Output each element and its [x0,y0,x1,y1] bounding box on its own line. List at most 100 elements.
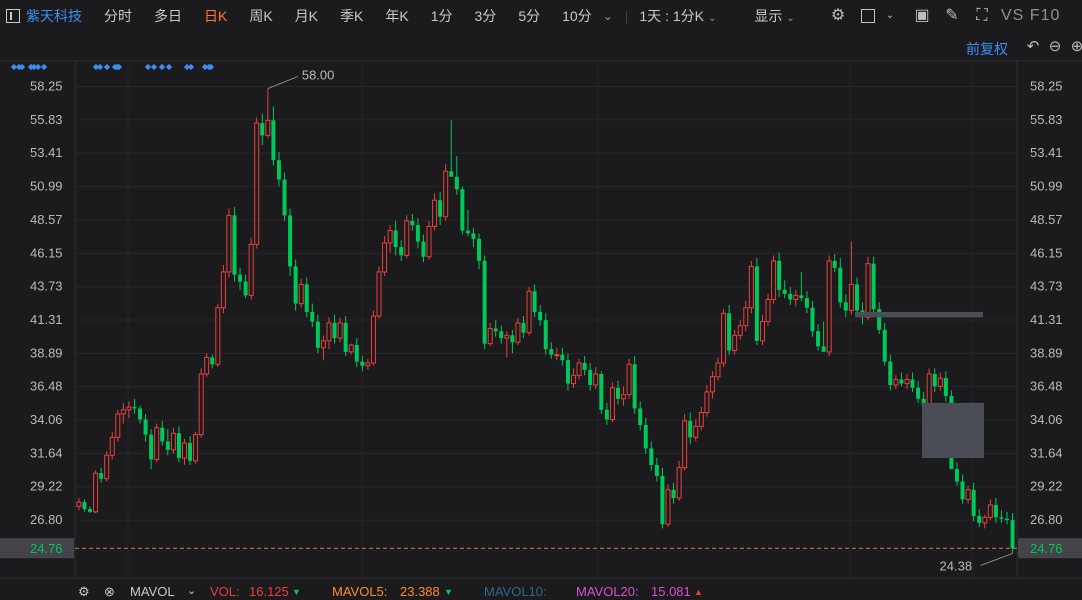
undo-icon[interactable]: ↶ [1024,38,1042,56]
candle-body [732,334,738,352]
candle-body [793,294,799,301]
candle-body [343,322,348,352]
candle-body [848,283,854,312]
period-tab-6[interactable]: 年K [374,6,419,26]
candle-body [426,225,432,258]
current-price-label-left: 24.76 [30,541,63,556]
camera-icon[interactable]: ▣ [912,6,932,26]
low-price-label: 24.38 [940,558,973,573]
candle-body [987,504,993,518]
period-tab-9[interactable]: 5分 [507,6,551,26]
candle-body [704,391,710,414]
y-tick-label-right: 31.64 [1030,445,1063,460]
period-tab-0[interactable]: 分时 [93,6,143,26]
candle-body [226,214,232,273]
candle-body [676,467,682,499]
square-shape [861,9,875,23]
pencil-icon[interactable]: ✎ [942,6,962,26]
candle-body [593,373,599,386]
candle-body [454,176,459,190]
candle-body [354,345,359,362]
candle-body [348,344,354,353]
y-tick-label-left: 58.25 [30,79,63,94]
y-tick-label-left: 43.73 [30,279,63,294]
zoom-in-icon[interactable]: ⊕ [1068,38,1082,56]
candle-body [954,469,959,482]
candle-body [554,354,560,357]
candle-body [438,200,443,217]
stock-name[interactable]: 紫天科技 [20,6,93,26]
gear-icon[interactable]: ⚙ [828,6,848,26]
candle-body [560,354,565,361]
candle-body [382,242,388,273]
current-price-label-right: 24.76 [1030,541,1063,556]
period-tab-2[interactable]: 日K [193,6,238,26]
event-marker [205,63,213,71]
square-icon[interactable] [858,6,878,26]
candle-body [877,309,882,330]
candle-body [737,325,743,336]
candle-body [854,284,859,311]
candle-body [460,189,465,231]
close-icon[interactable]: ⊗ [104,584,115,600]
event-marker [144,63,152,71]
candle-body [243,281,248,296]
candle-body [1010,520,1015,549]
display-dropdown[interactable]: 显示 ⌄ [743,6,805,26]
chevron-down-icon: ⌄ [786,13,795,24]
candle-body [510,335,515,343]
candle-body [415,225,420,242]
candle-body [743,307,749,327]
fullscreen-icon[interactable]: ⛶ [972,6,992,26]
candle-body [471,233,476,239]
gear-icon[interactable]: ⚙ [78,584,90,600]
y-tick-label-left: 36.48 [30,379,63,394]
candle-body [265,119,271,136]
event-marker [207,63,215,71]
adjust-mode-label[interactable]: 前复权 [966,39,1008,59]
square-chevron-icon[interactable]: ⌄ [880,6,900,26]
chevron-down-icon[interactable]: ⌄ [187,584,196,597]
period-tab-3[interactable]: 周K [238,6,283,26]
y-tick-label-left: 34.06 [30,412,63,427]
period-select[interactable]: 1天 : 1分K ⌄ [628,6,727,26]
candle-body [538,311,543,321]
y-axis-left: 58.25 55.83 53.41 50.99 48.57 46.15 43.73 41.31… [30,79,63,528]
event-marker [115,63,123,71]
y-tick-label-left: 29.22 [30,479,63,494]
candle-body [120,409,126,415]
volume-indicator-bar: ⚙ ⊗ MAVOL ⌄ VOL: 16.125 ▼ MAVOL5: 23.388… [0,582,1082,600]
candle-body [549,349,554,355]
event-marker [201,63,209,71]
period-tab-10[interactable]: 10分 [551,6,603,26]
period-tab-1[interactable]: 多日 [143,6,193,26]
candle-body [198,373,204,436]
y-tick-label-left: 50.99 [30,179,63,194]
candlestick-chart[interactable]: 58.25 55.83 53.41 50.99 48.57 46.15 43.73 41.31… [0,0,1082,600]
period-tab-7[interactable]: 1分 [420,6,464,26]
y-tick-label-left: 38.89 [30,345,63,360]
indicator-select[interactable]: MAVOL [130,584,175,599]
y-tick-label-right: 34.06 [1030,412,1063,427]
y-tick-label-right: 46.15 [1030,245,1063,260]
candle-body [232,215,237,275]
period-tab-4[interactable]: 月K [284,6,329,26]
y-tick-label-right: 55.83 [1030,112,1063,127]
sidebar-toggle-icon[interactable] [6,9,20,23]
y-tick-label-right: 43.73 [1030,279,1063,294]
period-tab-5[interactable]: 季K [329,6,374,26]
event-marker [158,63,166,71]
candle-body [220,271,226,309]
current-price-tag-right [1018,538,1082,559]
candle-body [588,369,593,385]
zoom-out-icon[interactable]: ⊖ [1046,38,1064,56]
period-tab-8[interactable]: 3分 [464,6,508,26]
event-marker [111,63,119,71]
vs-f10-button[interactable]: VS F10 [1001,6,1061,26]
period-more-chevron-icon[interactable]: ⌄ [603,9,613,23]
candle-body [777,260,782,290]
candle-body [754,266,759,341]
candle-body [487,327,493,345]
y-tick-label-left: 41.31 [30,312,63,327]
candle-body [865,263,871,318]
